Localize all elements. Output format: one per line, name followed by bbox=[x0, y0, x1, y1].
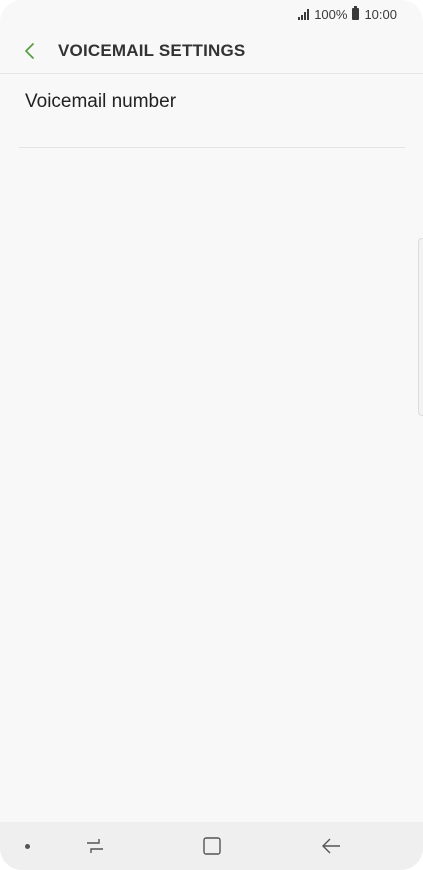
navigation-bar bbox=[0, 822, 423, 870]
back-button[interactable] bbox=[0, 28, 58, 73]
battery-percentage: 100% bbox=[314, 6, 348, 22]
dot-icon[interactable] bbox=[25, 844, 30, 849]
home-icon[interactable] bbox=[200, 834, 224, 858]
back-arrow-icon[interactable] bbox=[319, 834, 343, 858]
signal-icon bbox=[298, 8, 310, 20]
settings-item-voicemail-number[interactable]: Voicemail number bbox=[19, 74, 405, 148]
app-bar: VOICEMAIL SETTINGS bbox=[0, 28, 423, 74]
clock: 10:00 bbox=[364, 6, 397, 22]
page-title: VOICEMAIL SETTINGS bbox=[58, 40, 246, 60]
scroll-indicator[interactable] bbox=[418, 238, 423, 416]
battery-icon bbox=[352, 6, 360, 20]
chevron-left-icon bbox=[25, 42, 34, 59]
status-bar: 100% 10:00 bbox=[0, 0, 423, 28]
settings-item-label: Voicemail number bbox=[25, 91, 177, 112]
phone-screen: 100% 10:00 VOICEMAIL SETTINGS Voicemail … bbox=[0, 0, 423, 870]
recent-apps-icon[interactable] bbox=[83, 834, 107, 858]
